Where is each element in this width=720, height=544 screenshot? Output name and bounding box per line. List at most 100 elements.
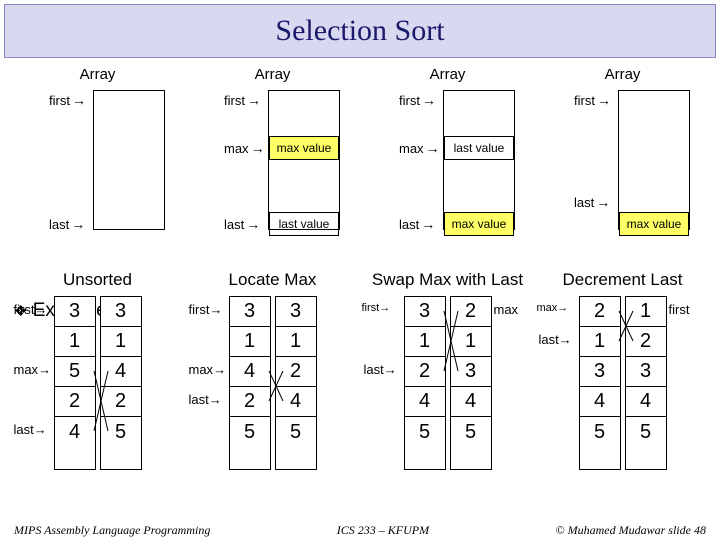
array-col-unsorted: Array first→ last→ [15,66,180,266]
cell: 3 [405,297,445,327]
cell: 1 [55,327,95,357]
cell: 5 [580,417,620,447]
arrow-right-icon: → [559,332,572,347]
cell: 1 [276,327,316,357]
num-col: 2 1 3 4 5 [579,296,621,470]
array-label: Array [365,66,530,83]
arrow-right-icon: → [38,362,51,377]
cell: 5 [101,417,141,447]
arrow-right-icon: → [557,302,568,314]
cell: 3 [276,297,316,327]
num-col: 3 1 4 2 5 [229,296,271,470]
cell: 5 [626,417,666,447]
arrow-right-icon: → [421,216,435,232]
cell: 3 [580,357,620,387]
num-col: 3 1 2 4 5 [275,296,317,470]
cell: 3 [451,357,491,387]
concept-row: Array first→ last→ Array first→ max→ las… [0,66,720,266]
arrow-right-icon: → [213,362,226,377]
ptr-first: first→ [49,92,86,108]
cell: 4 [626,387,666,417]
ptr-first: first→ [189,302,223,317]
arrow-right-icon: → [247,92,261,108]
cell: 5 [276,417,316,447]
array-col-locate: Array first→ max→ last→ max value last v… [190,66,355,266]
arrow-right-icon: → [34,422,47,437]
phase-unsorted: Unsorted [15,270,180,290]
ptr-last: last→ [189,392,222,407]
array-col-decrement: Array first→ last→ max value [540,66,705,266]
array-label: Array [190,66,355,83]
arrow-right-icon: → [384,362,397,377]
cell: 1 [626,297,666,327]
ptr-first: first→ [574,92,611,108]
arrow-right-icon: → [596,194,610,210]
value-last: last value [269,212,339,236]
ptr-first: first→ [399,92,436,108]
array-box [443,90,515,230]
ptr-max: max→ [224,140,265,156]
cell: 2 [101,387,141,417]
cell: 3 [230,297,270,327]
num-col: 1 2 3 4 5 [625,296,667,470]
footer-right: © Muhamed Mudawar slide 48 [556,523,706,538]
ptr-last: last→ [224,216,260,232]
phase-labels-row: Unsorted Locate Max Swap Max with Last D… [0,270,720,290]
footer-left: MIPS Assembly Language Programming [14,523,210,538]
ptr-last: last→ [399,216,435,232]
value-max-final: max value [619,212,689,236]
arrow-right-icon: → [379,302,390,314]
arrow-right-icon: → [72,92,86,108]
ptr-max-left: max→ [537,302,569,314]
cell: 1 [230,327,270,357]
phase-locate: Locate Max [190,270,355,290]
num-col: 3 1 4 2 5 [100,296,142,470]
cell: 2 [580,297,620,327]
cell: 1 [101,327,141,357]
value-max-swapped: max value [444,212,514,236]
ptr-first-right: first [669,302,690,317]
example-pair-2: 3 1 4 2 5 3 1 2 4 5 first→ max→ last→ [187,296,359,470]
ptr-last: last→ [49,216,85,232]
cell: 2 [626,327,666,357]
arrow-right-icon: → [71,216,85,232]
cell: 2 [451,297,491,327]
cell: 2 [276,357,316,387]
cell: 1 [580,327,620,357]
array-col-swap: Array first→ max→ last→ last value max v… [365,66,530,266]
cell: 4 [580,387,620,417]
arrow-right-icon: → [597,92,611,108]
ptr-last: last→ [539,332,572,347]
cell: 3 [626,357,666,387]
cell: 5 [230,417,270,447]
cell: 4 [276,387,316,417]
cell: 5 [55,357,95,387]
cell: 2 [55,387,95,417]
phase-swap: Swap Max with Last [365,270,530,290]
arrow-right-icon: → [209,302,222,317]
arrow-right-icon: → [422,92,436,108]
cell: 4 [55,417,95,447]
num-col: 3 1 2 4 5 [404,296,446,470]
example-row: 3 1 5 2 4 3 1 4 2 5 first→ max→ last→ 3 … [0,290,720,470]
ptr-last: last→ [574,194,610,210]
cell: 4 [451,387,491,417]
ptr-max: max→ [14,362,52,377]
cell: 2 [230,387,270,417]
array-box [618,90,690,230]
array-box [93,90,165,230]
arrow-right-icon: → [246,216,260,232]
example-pair-1: 3 1 5 2 4 3 1 4 2 5 first→ max→ last→ [12,296,184,470]
cell: 5 [405,417,445,447]
ptr-max: max→ [189,362,227,377]
ptr-last: last→ [364,362,397,377]
value-last-swapped: last value [444,136,514,160]
num-col: 2 1 3 4 5 [450,296,492,470]
footer-center: ICS 233 – KFUPM [337,523,429,538]
array-label: Array [15,66,180,83]
footer: MIPS Assembly Language Programming ICS 2… [0,523,720,538]
array-label: Array [540,66,705,83]
page-title: Selection Sort [275,14,444,48]
num-col: 3 1 5 2 4 [54,296,96,470]
example-pair-3: 3 1 2 4 5 2 1 3 4 5 first→ last→ max [362,296,534,470]
